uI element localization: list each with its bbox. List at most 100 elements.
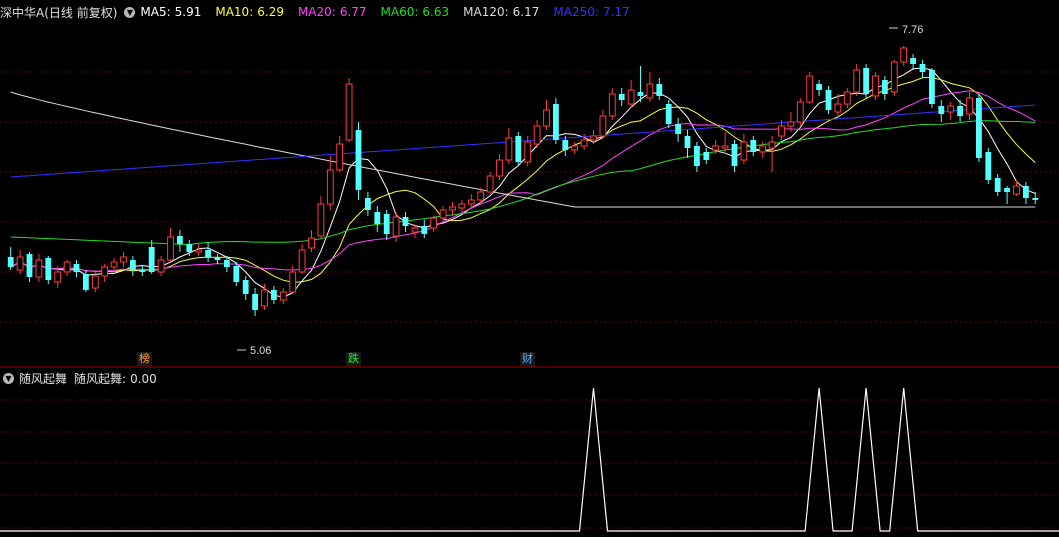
candle-up [966,97,973,115]
candle-up [101,266,109,277]
security-title: 深中华A(日线 前复权) [0,5,118,20]
ma5-readout: MA5: 5.91 [140,5,202,19]
candle-up [712,145,720,151]
candle-up [590,135,597,141]
candle-down [365,198,371,210]
candle-up [505,137,513,161]
candle-up [439,209,447,219]
candle-down [910,58,916,64]
ma60-readout: MA60: 6.63 [380,5,450,19]
candle-up [571,145,579,151]
candle-up [872,75,879,97]
candle-up [796,101,804,123]
candle-down [45,258,52,280]
candle-up [1013,185,1020,195]
candle-down [675,124,681,134]
candle-down [656,84,663,96]
candle-up [458,203,466,209]
chevron-down-icon[interactable]: ▼ [124,6,136,18]
event-tag-bang[interactable]: 榜 [137,352,152,366]
chevron-down-icon[interactable]: ▼ [3,372,14,384]
low-label: 5.06 [250,345,271,357]
ma250-line [10,104,1036,178]
ma20-readout: MA20: 6.77 [297,5,367,19]
candle-down [26,254,33,277]
candle-down [224,260,230,267]
candle-down [637,92,644,96]
candle-up [477,191,485,201]
candle-up [834,103,842,113]
candle-down [919,64,926,72]
price-annotations: 7.76 5.06 [237,24,923,357]
candle-down [994,178,1001,192]
candlestick-chart: 7.76 5.06 [0,24,1059,532]
candle-down [957,106,963,116]
candle-up [533,125,541,145]
candles [7,46,1039,316]
event-tag-die[interactable]: 跌 [346,352,361,366]
candle-down [252,294,258,310]
candle-up [580,139,588,147]
candle-up [449,206,456,211]
candle-down [863,68,869,94]
candle-up [608,93,616,117]
ma120-line [10,91,1036,208]
candle-down [355,130,362,190]
candle-down [1032,198,1039,200]
candle-up [947,105,955,113]
candle-down [694,146,700,166]
candle-up [467,199,475,205]
candle-down [402,217,409,226]
candle-down [816,84,822,90]
candle-down [929,70,935,104]
candle-up [843,91,851,105]
candle-down [205,250,211,257]
candle-down [7,257,14,267]
candle-down [731,144,738,166]
event-tag-cai[interactable]: 财 [520,352,535,366]
main-chart-header: 深中华A(日线 前复权) ▼ MA5: 5.91 MA10: 6.29 MA20: 6… [0,2,644,22]
candle-up [261,289,268,307]
candle-down [139,270,146,272]
high-label: 7.76 [902,24,923,36]
candle-down [214,258,221,260]
candle-down [618,94,625,100]
candle-down [562,140,569,150]
candle-down [976,98,982,158]
candle-up [289,271,297,293]
candle-down [985,152,992,180]
candle-up [336,143,344,171]
candle-down [938,106,945,114]
candle-up [110,261,118,268]
candle-up [721,145,729,149]
candle-up [759,145,767,153]
candle-up [195,249,203,253]
candle-down [684,136,691,148]
ma120-readout: MA120: 6.17 [463,5,540,19]
candle-up [298,249,306,273]
candle-up [806,75,814,103]
candle-up [627,89,635,105]
candle-up [646,83,654,99]
candle-up [16,256,24,271]
candle-up [345,83,353,141]
candle-up [279,291,287,301]
candle-up [543,109,550,127]
candle-down [383,214,390,234]
candle-up [91,275,99,289]
candle-down [1004,188,1010,192]
ma10-readout: MA10: 6.29 [215,5,284,19]
candle-down [73,264,80,272]
candle-up [157,259,165,273]
candle-up [326,169,334,205]
candle-up [308,237,315,249]
candle-down [703,152,710,160]
ma20-line [10,90,1036,272]
candle-down [233,266,240,282]
indicator-readout: 随风起舞: 0.00 [74,371,157,386]
candle-up [740,141,748,161]
candle-up [524,141,532,163]
candle-down [553,104,559,140]
candle-down [177,236,183,244]
candle-down [750,140,757,152]
